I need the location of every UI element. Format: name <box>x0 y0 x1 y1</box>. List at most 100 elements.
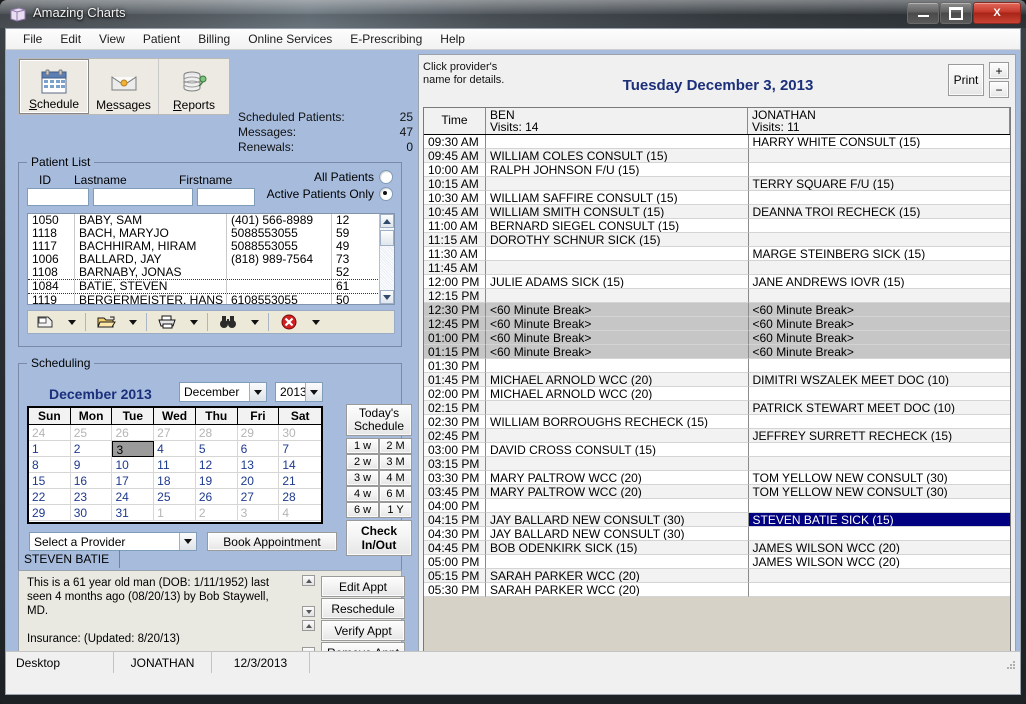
calendar-day-cell[interactable]: 13 <box>238 457 280 473</box>
appointment-cell-ben[interactable]: <60 Minute Break> <box>486 317 749 331</box>
calendar-day-cell[interactable]: 12 <box>196 457 238 473</box>
calendar-day-cell[interactable]: 29 <box>238 425 280 441</box>
appointment-cell-ben[interactable]: <60 Minute Break> <box>486 331 749 345</box>
appointment-cell-jonathan[interactable] <box>749 163 1011 177</box>
appointment-cell-ben[interactable]: JULIE ADAMS SICK (15) <box>486 275 749 289</box>
id-input[interactable] <box>27 188 89 206</box>
range-button-1y[interactable]: 1 Y <box>379 502 412 518</box>
lastname-input[interactable] <box>93 188 193 206</box>
calendar-day-cell[interactable]: 30 <box>71 505 113 521</box>
month-calendar[interactable]: SunMonTueWedThuFriSat 242526272829301234… <box>27 406 323 524</box>
menu-help[interactable]: Help <box>431 30 474 48</box>
appointment-cell-ben[interactable]: JAY BALLARD NEW CONSULT (30) <box>486 513 749 527</box>
appointment-cell-ben[interactable]: RALPH JOHNSON F/U (15) <box>486 163 749 177</box>
all-patients-radio-row[interactable]: All Patients <box>314 170 393 184</box>
calendar-day-cell[interactable]: 1 <box>154 505 196 521</box>
column-header-time[interactable]: Time <box>424 108 486 134</box>
tab-steven-batie[interactable]: STEVEN BATIE <box>18 550 120 568</box>
calendar-day-cell[interactable]: 14 <box>279 457 321 473</box>
schedule-button[interactable]: Schedule <box>19 59 89 114</box>
calendar-day-cell[interactable]: 8 <box>29 457 71 473</box>
calendar-day-cell[interactable]: 26 <box>196 489 238 505</box>
appointment-cell-jonathan[interactable]: <60 Minute Break> <box>749 317 1011 331</box>
calendar-day-cell[interactable]: 23 <box>71 489 113 505</box>
appointment-cell-ben[interactable]: WILLIAM COLES CONSULT (15) <box>486 149 749 163</box>
active-patients-radio[interactable] <box>379 187 393 201</box>
appointment-cell-jonathan[interactable] <box>749 219 1011 233</box>
calendar-day-cell[interactable]: 24 <box>112 489 154 505</box>
appointment-cell-jonathan[interactable]: STEVEN BATIE SICK (15) <box>749 513 1011 527</box>
range-button-2w[interactable]: 2 w <box>346 454 379 470</box>
month-select[interactable]: December <box>179 382 267 402</box>
appointment-cell-jonathan[interactable] <box>749 527 1011 541</box>
calendar-day-cell[interactable]: 28 <box>279 489 321 505</box>
calendar-day-cell[interactable]: 17 <box>112 473 154 489</box>
patient-list-grid[interactable]: 1050BABY, SAM(401) 566-8989121118BACH, M… <box>27 213 395 305</box>
appointment-cell-ben[interactable]: WILLIAM SMITH CONSULT (15) <box>486 205 749 219</box>
table-row[interactable]: 1108BARNABY, JONAS52 <box>28 266 394 279</box>
calendar-day-cell[interactable]: 27 <box>238 489 280 505</box>
all-patients-radio[interactable] <box>379 170 393 184</box>
appointment-cell-ben[interactable]: WILLIAM SAFFIRE CONSULT (15) <box>486 191 749 205</box>
open-chart-dropdown[interactable] <box>123 320 143 325</box>
detail-scrollbar-top[interactable] <box>302 575 315 617</box>
appointment-cell-jonathan[interactable] <box>749 457 1011 471</box>
appointment-cell-jonathan[interactable] <box>749 499 1011 513</box>
appointment-cell-ben[interactable] <box>486 261 749 275</box>
appointment-cell-jonathan[interactable]: JAMES WILSON WCC (20) <box>749 541 1011 555</box>
appointment-cell-jonathan[interactable] <box>749 289 1011 303</box>
calendar-day-cell[interactable]: 18 <box>154 473 196 489</box>
calendar-day-cell[interactable]: 7 <box>279 441 321 457</box>
book-appointment-button[interactable]: Book Appointment <box>207 532 337 551</box>
title-bar[interactable]: Amazing Charts X <box>0 0 1026 28</box>
appointment-cell-ben[interactable] <box>486 401 749 415</box>
delete-dropdown[interactable] <box>306 320 326 325</box>
zoom-out-button[interactable]: − <box>989 81 1009 98</box>
calendar-day-cell[interactable]: 27 <box>154 425 196 441</box>
binoculars-icon[interactable] <box>211 314 245 330</box>
calendar-day-cell[interactable]: 26 <box>112 425 154 441</box>
new-patient-dropdown[interactable] <box>62 320 82 325</box>
messages-button[interactable]: Messages <box>89 59 159 114</box>
range-button-3m[interactable]: 3 M <box>379 454 412 470</box>
menu-e-prescribing[interactable]: E-Prescribing <box>341 30 431 48</box>
appointment-cell-jonathan[interactable] <box>749 583 1011 597</box>
new-patient-icon[interactable] <box>28 314 62 330</box>
open-folder-icon[interactable] <box>89 314 123 330</box>
calendar-day-cell[interactable]: 3 <box>238 505 280 521</box>
reschedule-button[interactable]: Reschedule <box>321 598 405 619</box>
calendar-day-cell[interactable]: 24 <box>29 425 71 441</box>
calendar-day-cell[interactable]: 21 <box>279 473 321 489</box>
reports-button[interactable]: Reports <box>159 59 229 114</box>
year-select[interactable]: 2013 <box>275 382 323 402</box>
calendar-day-cell[interactable]: 22 <box>29 489 71 505</box>
calendar-day-cell[interactable]: 31 <box>112 505 154 521</box>
open-chart-tool[interactable] <box>89 311 143 333</box>
appointment-cell-jonathan[interactable] <box>749 569 1011 583</box>
menu-edit[interactable]: Edit <box>51 30 90 48</box>
calendar-day-cell[interactable]: 25 <box>154 489 196 505</box>
calendar-day-cell[interactable]: 1 <box>29 441 71 457</box>
calendar-day-cell[interactable]: 5 <box>196 441 238 457</box>
appointment-cell-jonathan[interactable]: <60 Minute Break> <box>749 345 1011 359</box>
detail-scroll-down[interactable] <box>302 606 315 617</box>
appointment-cell-ben[interactable]: DAVID CROSS CONSULT (15) <box>486 443 749 457</box>
calendar-day-cell[interactable]: 3 <box>112 441 154 457</box>
appointment-cell-ben[interactable]: DOROTHY SCHNUR SICK (15) <box>486 233 749 247</box>
table-row[interactable]: 1119BERGERMEISTER, HANS610855305550 <box>28 294 394 305</box>
appointment-cell-ben[interactable] <box>486 429 749 443</box>
appointment-cell-jonathan[interactable]: JANE ANDREWS IOVR (15) <box>749 275 1011 289</box>
todays-schedule-button[interactable]: Today's Schedule <box>346 404 412 436</box>
appointment-cell-ben[interactable] <box>486 177 749 191</box>
appointment-cell-ben[interactable]: WILLIAM BORROUGHS RECHECK (15) <box>486 415 749 429</box>
menu-billing[interactable]: Billing <box>189 30 239 48</box>
appointment-cell-jonathan[interactable] <box>749 443 1011 457</box>
appointment-cell-jonathan[interactable]: MARGE STEINBERG SICK (15) <box>749 247 1011 261</box>
appointment-cell-ben[interactable]: <60 Minute Break> <box>486 345 749 359</box>
table-row[interactable]: 1084BATIE, STEVEN61 <box>28 279 394 294</box>
menu-patient[interactable]: Patient <box>134 30 189 48</box>
appointment-cell-ben[interactable]: BOB ODENKIRK SICK (15) <box>486 541 749 555</box>
appointment-cell-ben[interactable]: BERNARD SIEGEL CONSULT (15) <box>486 219 749 233</box>
detail-scroll-up[interactable] <box>302 575 315 586</box>
appointment-cell-jonathan[interactable]: TOM YELLOW NEW CONSULT (30) <box>749 471 1011 485</box>
